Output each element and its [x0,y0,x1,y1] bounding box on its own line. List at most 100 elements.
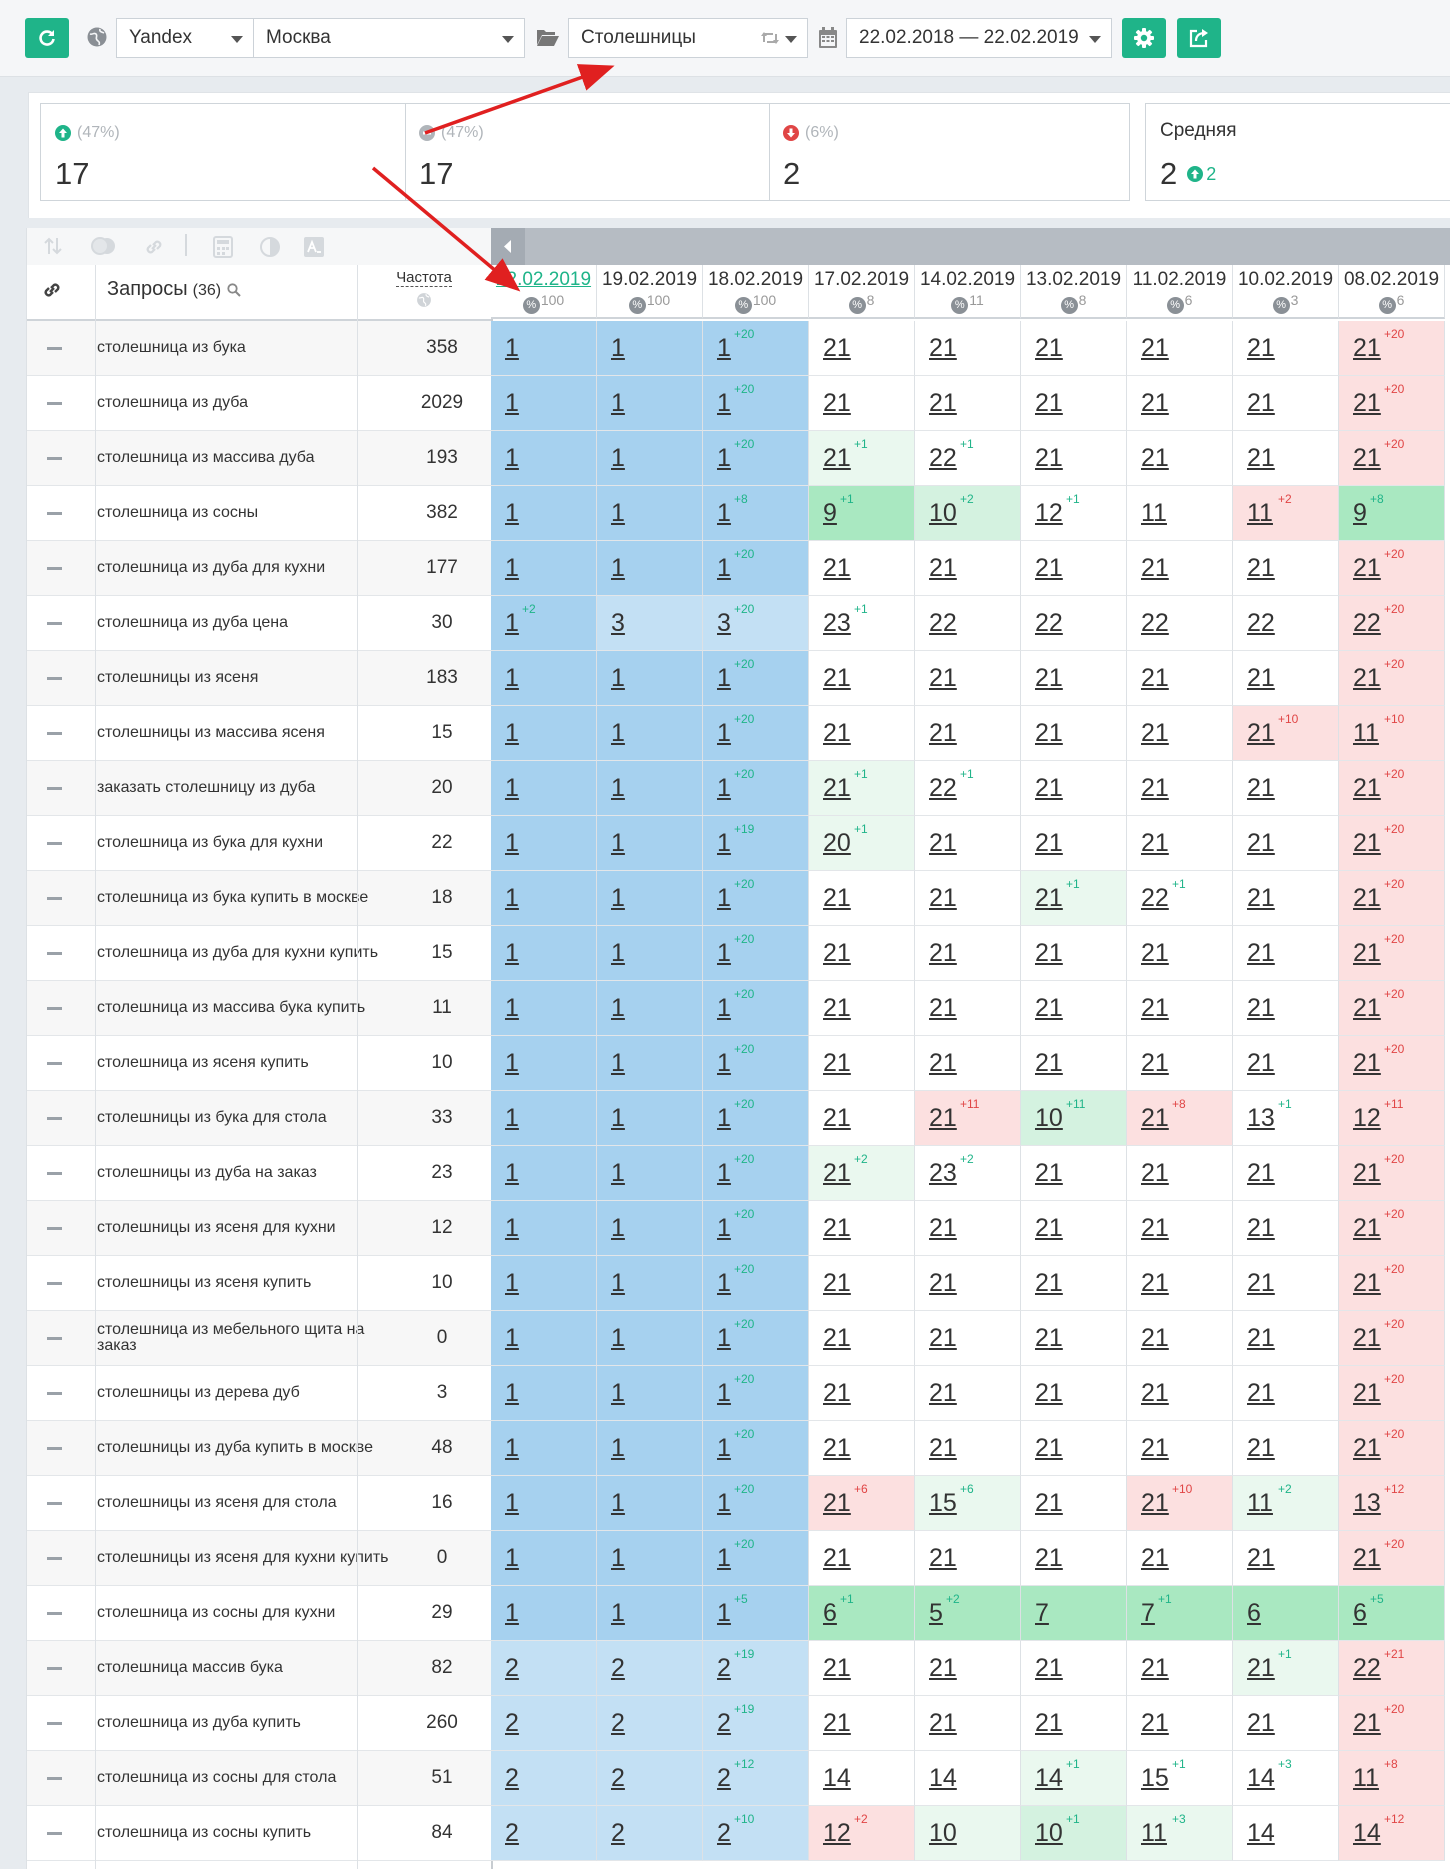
position-cell[interactable]: 21 [809,1091,915,1146]
position-cell[interactable]: 1 [491,321,597,376]
position-value[interactable]: 2 [717,1820,731,1846]
position-value[interactable]: 21 [1247,1215,1275,1241]
position-cell[interactable]: 1 [597,651,703,706]
position-cell[interactable]: 21 [1127,1146,1233,1201]
position-value[interactable]: 21 [1353,775,1381,801]
calculator-icon[interactable] [213,236,233,258]
position-value[interactable]: 21 [1247,445,1275,471]
position-cell[interactable]: 21 +2 [809,1146,915,1201]
position-cell[interactable]: 21 [915,1311,1021,1366]
position-cell[interactable]: 21 +20 [1339,1366,1445,1421]
position-value[interactable]: 21 [1353,940,1381,966]
position-value[interactable]: 14 [1247,1820,1275,1846]
position-cell[interactable]: 22 +1 [915,761,1021,816]
position-value[interactable]: 1 [611,940,625,966]
position-cell[interactable]: 14 [915,1751,1021,1806]
position-cell[interactable]: 21 [915,1366,1021,1421]
position-value[interactable]: 3 [611,610,625,636]
position-cell[interactable]: 1 +5 [703,1586,809,1641]
position-value[interactable]: 11 [1247,500,1273,526]
position-cell[interactable]: 21 [1233,926,1339,981]
position-value[interactable]: 1 [611,665,625,691]
position-cell[interactable]: 1 [491,1421,597,1476]
position-value[interactable]: 1 [717,1490,731,1516]
position-value[interactable]: 21 [929,720,957,746]
position-cell[interactable]: 22 +1 [1127,871,1233,926]
position-value[interactable]: 21 [1247,885,1275,911]
position-value[interactable]: 21 [823,445,851,471]
table-row[interactable]: столешницы из дуба купить в москве 48 [27,1421,491,1476]
position-value[interactable]: 20 [823,830,851,856]
position-value[interactable]: 11 [1353,1765,1379,1791]
position-value[interactable]: 21 [1353,830,1381,856]
position-cell[interactable]: 21 [915,651,1021,706]
table-row[interactable]: столешница из сосны купить 84 [27,1806,491,1861]
position-value[interactable]: 1 [611,1105,625,1131]
position-cell[interactable]: 2 +10 [703,1806,809,1861]
position-cell[interactable]: 1 [491,1091,597,1146]
position-cell[interactable]: 1 [597,1256,703,1311]
position-value[interactable]: 1 [505,610,519,636]
table-row[interactable]: столешница из мебельного щита на заказ 0 [27,1311,491,1366]
position-cell[interactable]: 21 [1233,1036,1339,1091]
position-value[interactable]: 21 [1141,1710,1169,1736]
position-cell[interactable]: 2 [491,1696,597,1751]
position-value[interactable]: 22 [1141,885,1169,911]
position-value[interactable]: 21 [823,1435,851,1461]
position-cell[interactable]: 1 +20 [703,1311,809,1366]
position-value[interactable]: 22 [929,610,957,636]
position-value[interactable]: 21 [1247,390,1275,416]
position-cell[interactable]: 21 +20 [1339,1256,1445,1311]
position-cell[interactable]: 23 +2 [915,1146,1021,1201]
position-value[interactable]: 21 [1353,1160,1381,1186]
position-value[interactable]: 21 [1247,1655,1275,1681]
position-value[interactable]: 1 [505,1160,519,1186]
position-value[interactable]: 21 [1035,1655,1063,1681]
position-cell[interactable]: 20 +1 [809,816,915,871]
position-cell[interactable]: 21 [809,1256,915,1311]
position-value[interactable]: 21 [1353,1270,1381,1296]
position-value[interactable]: 21 [823,335,851,361]
position-cell[interactable]: 1 [491,926,597,981]
position-cell[interactable]: 23 +1 [809,596,915,651]
position-value[interactable]: 21 [823,1105,851,1131]
position-value[interactable]: 21 [1247,1325,1275,1351]
position-cell[interactable]: 21 +20 [1339,981,1445,1036]
position-value[interactable]: 11 [1247,1490,1273,1516]
position-value[interactable]: 21 [929,1050,957,1076]
position-cell[interactable]: 14 +1 [1021,1751,1127,1806]
position-value[interactable]: 14 [1353,1820,1381,1846]
position-cell[interactable]: 21 +20 [1339,1696,1445,1751]
position-cell[interactable]: 21 [1233,376,1339,431]
table-row[interactable]: столешница из дуба для кухни 177 [27,541,491,596]
table-row[interactable]: столешница из массива дуба 193 [27,431,491,486]
table-row[interactable]: столешница из бука для кухни 22 [27,816,491,871]
position-value[interactable]: 21 [1035,1160,1063,1186]
position-cell[interactable]: 2 +19 [703,1696,809,1751]
position-cell[interactable]: 21 [1233,816,1339,871]
position-value[interactable]: 1 [611,1490,625,1516]
position-cell[interactable]: 21 +20 [1339,926,1445,981]
position-value[interactable]: 21 [1035,940,1063,966]
position-value[interactable]: 2 [717,1710,731,1736]
contrast-icon[interactable] [259,236,281,258]
position-cell[interactable]: 21 [1021,541,1127,596]
position-cell[interactable]: 21 +20 [1339,321,1445,376]
position-cell[interactable]: 22 [1233,596,1339,651]
position-cell[interactable]: 1 [491,1256,597,1311]
position-cell[interactable]: 21 [1127,431,1233,486]
position-value[interactable]: 23 [823,610,851,636]
position-value[interactable]: 9 [823,500,837,526]
position-cell[interactable]: 9 +1 [809,486,915,541]
position-value[interactable]: 21 [1353,555,1381,581]
position-value[interactable]: 1 [505,1600,519,1626]
position-cell[interactable]: 1 [491,486,597,541]
position-cell[interactable]: 14 [1233,1806,1339,1861]
position-cell[interactable]: 2 [597,1751,703,1806]
position-value[interactable]: 21 [823,1270,851,1296]
position-value[interactable]: 15 [929,1490,957,1516]
position-cell[interactable]: 1 [491,761,597,816]
position-value[interactable]: 21 [1035,445,1063,471]
position-cell[interactable]: 21 [1127,706,1233,761]
position-cell[interactable]: 22 [1021,596,1127,651]
